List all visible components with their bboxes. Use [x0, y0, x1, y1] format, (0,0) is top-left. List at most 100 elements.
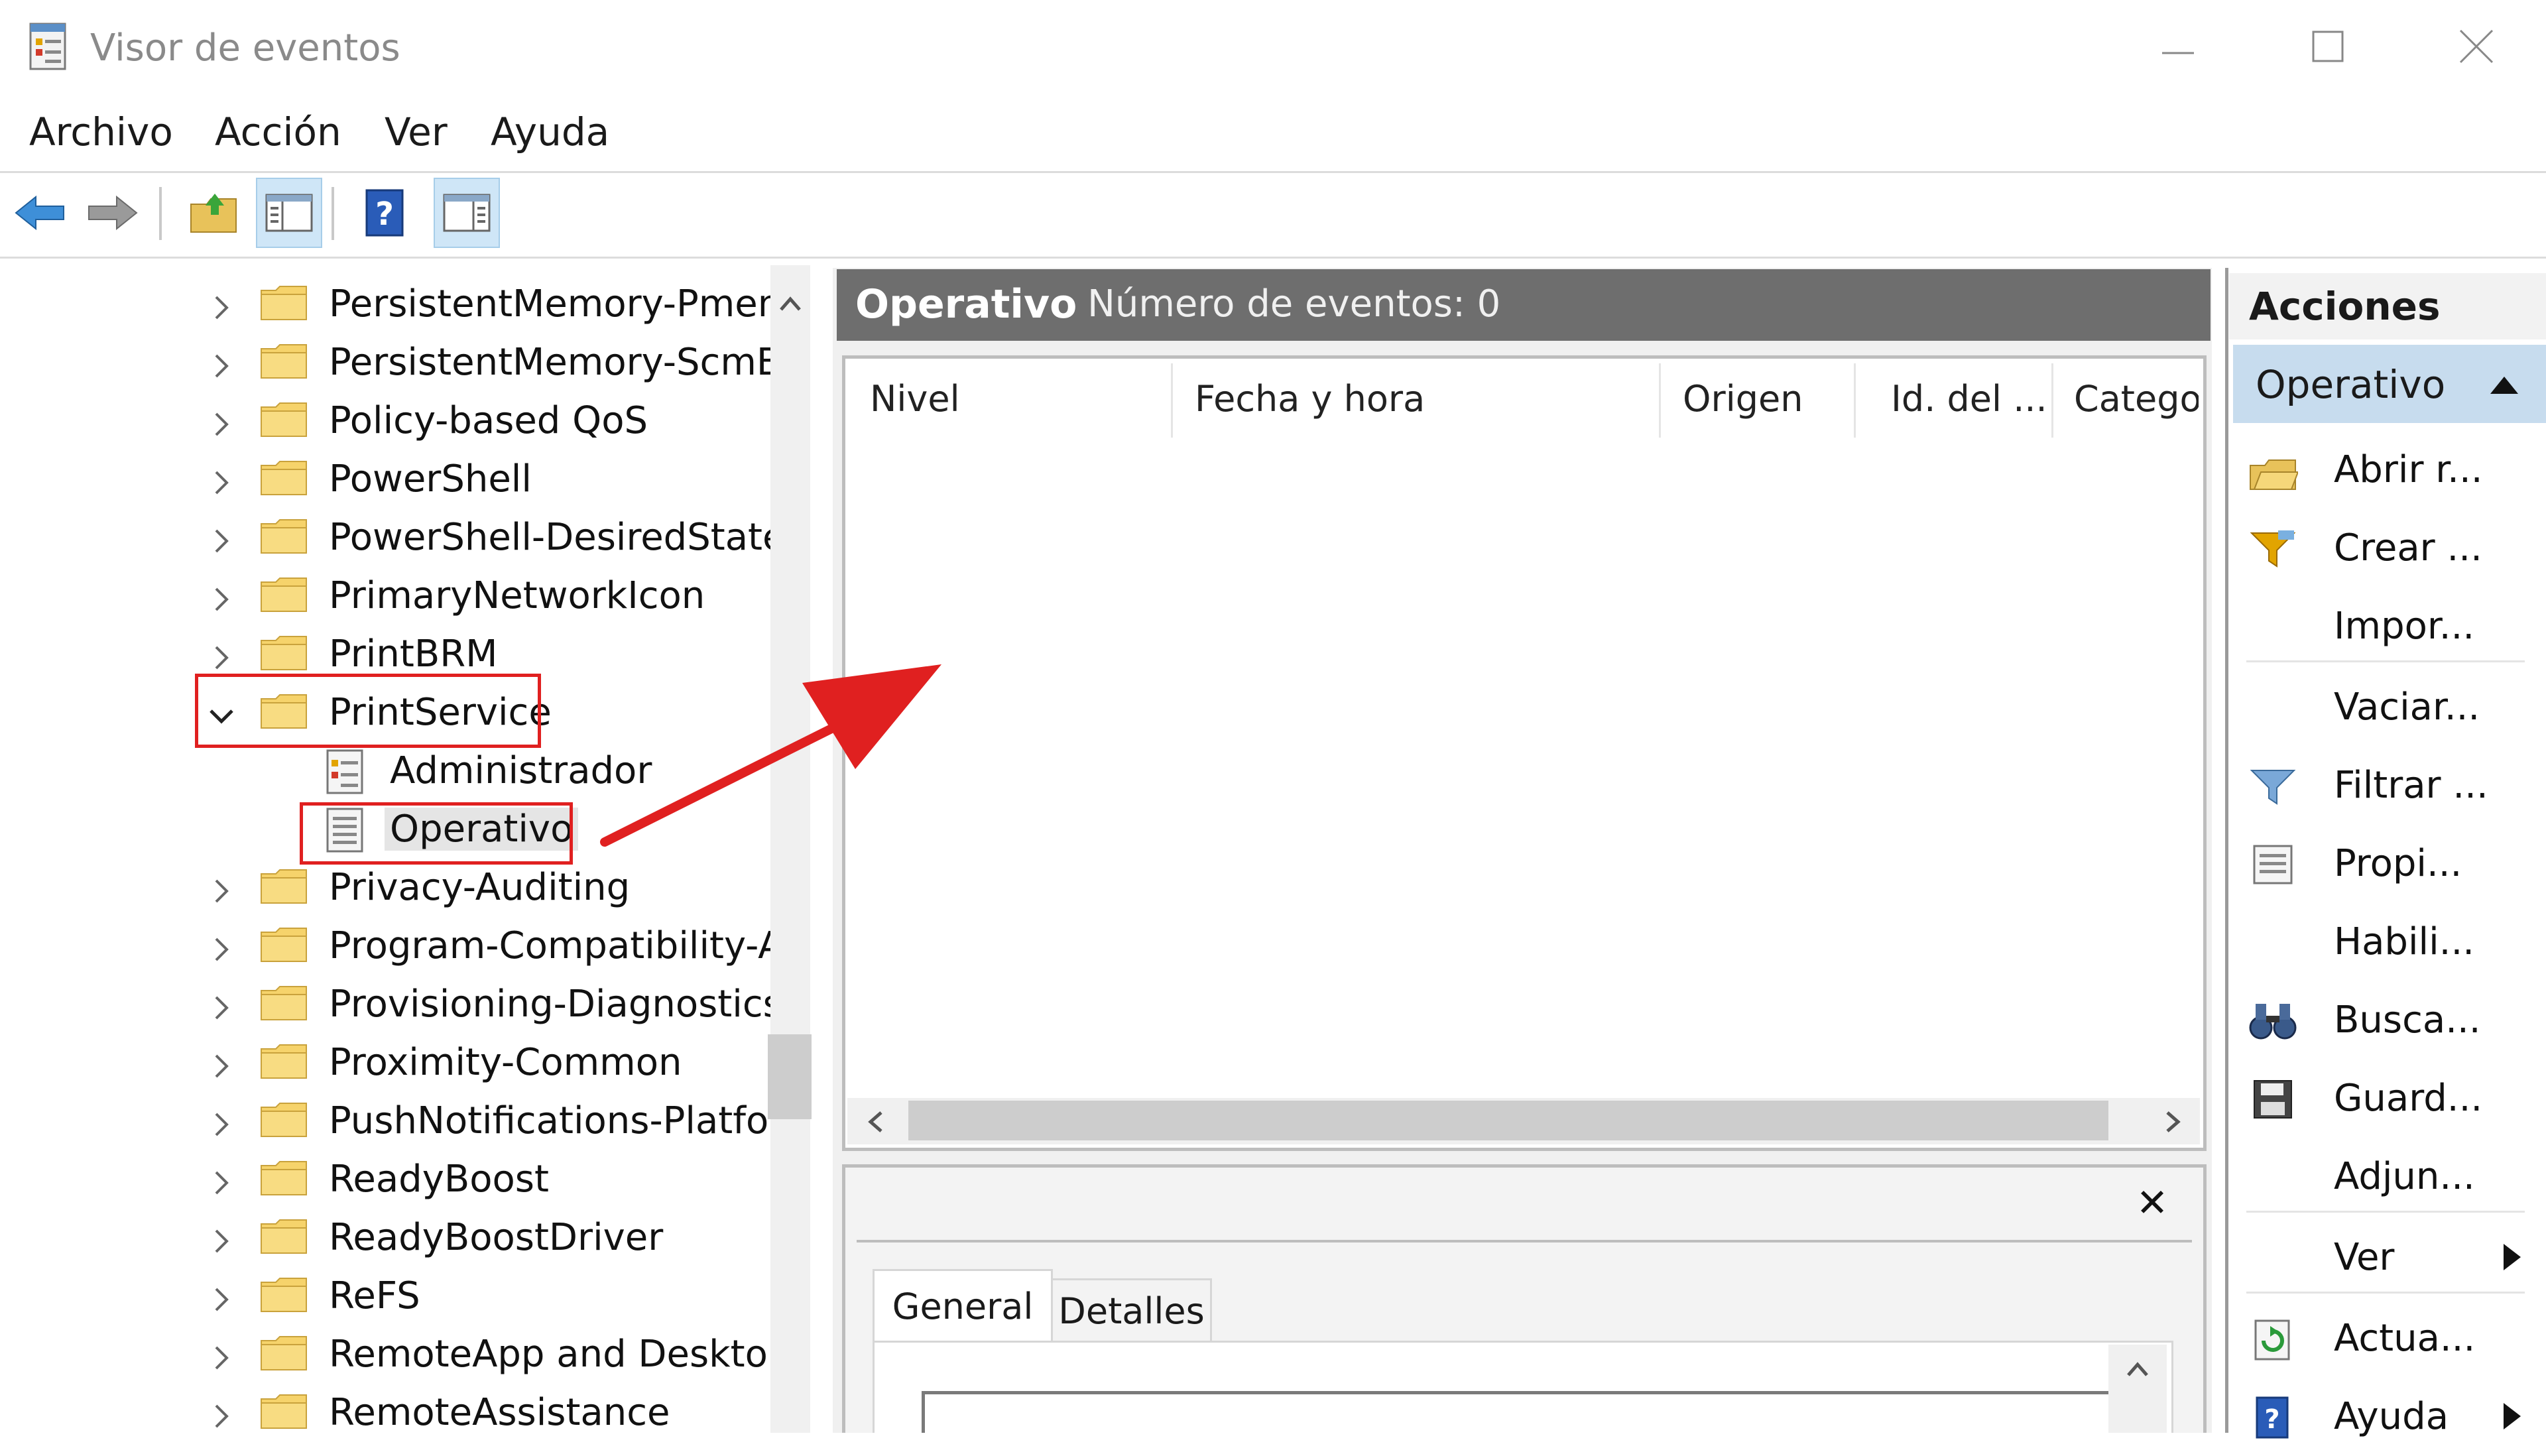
action-item[interactable]: Actua...: [2233, 1300, 2546, 1378]
expand-toggle[interactable]: [203, 1164, 240, 1201]
action-item[interactable]: Filtrar ...: [2233, 747, 2546, 825]
action-label: Guard...: [2334, 1077, 2483, 1120]
scroll-right-button[interactable]: [2153, 1103, 2193, 1140]
tree-item[interactable]: ReFS: [0, 1266, 774, 1325]
collapse-triangle-icon[interactable]: [2488, 371, 2521, 398]
maximize-icon: [2312, 30, 2344, 62]
expand-toggle[interactable]: [203, 989, 240, 1026]
tree-item[interactable]: RemoteAssistance: [0, 1383, 774, 1433]
tree-item[interactable]: PersistentMemory-Pmem: [0, 274, 774, 333]
tree-item[interactable]: PushNotifications-Platfor: [0, 1091, 774, 1150]
action-item[interactable]: Impor...: [2233, 587, 2546, 666]
action-label: Crear ...: [2334, 526, 2482, 570]
event-description-field[interactable]: [922, 1391, 2115, 1433]
column-separator[interactable]: [1854, 363, 1856, 438]
chevron-right-icon: [215, 1404, 229, 1428]
expand-toggle[interactable]: [203, 1106, 240, 1143]
expand-toggle[interactable]: [203, 1339, 240, 1376]
action-item[interactable]: Adjun...: [2233, 1138, 2546, 1216]
expand-toggle[interactable]: [203, 1048, 240, 1085]
tree-item[interactable]: Policy-based QoS: [0, 391, 774, 450]
scroll-left-button[interactable]: [855, 1103, 895, 1140]
menu-ver[interactable]: Ver: [385, 109, 448, 154]
column-origen[interactable]: Origen: [1683, 378, 1803, 420]
tree-item[interactable]: ReadyBoost: [0, 1150, 774, 1208]
menu-accion[interactable]: Acción: [215, 109, 341, 154]
tree-item[interactable]: Provisioning-Diagnostics: [0, 975, 774, 1033]
chevron-right-icon: [215, 354, 229, 378]
expand-toggle[interactable]: [203, 581, 240, 618]
show-hide-action-pane-button[interactable]: [434, 178, 500, 248]
action-item[interactable]: Vaciar...: [2233, 668, 2546, 747]
action-item[interactable]: Ver: [2233, 1219, 2546, 1297]
action-item[interactable]: Abrir r...: [2233, 431, 2546, 509]
tree-item[interactable]: Privacy-Auditing: [0, 858, 774, 916]
log-title: Operativo: [855, 281, 1077, 328]
help-button[interactable]: ?: [351, 178, 418, 248]
expand-toggle[interactable]: [203, 464, 240, 501]
action-item[interactable]: ? Ayuda: [2233, 1378, 2546, 1456]
chevron-right-icon: [215, 1171, 229, 1195]
menu-ayuda[interactable]: Ayuda: [491, 109, 609, 154]
expand-toggle[interactable]: [203, 931, 240, 968]
tree-item[interactable]: Proximity-Common: [0, 1033, 774, 1091]
folder-icon-wrap: [260, 1217, 308, 1254]
expand-toggle[interactable]: [203, 522, 240, 560]
tree-item[interactable]: PowerShell: [0, 450, 774, 508]
column-nivel[interactable]: Nivel: [870, 378, 960, 420]
list-scrollbar-thumb[interactable]: [908, 1101, 2108, 1140]
action-item[interactable]: Habili...: [2233, 903, 2546, 981]
detail-scrollbar[interactable]: [2108, 1345, 2167, 1433]
action-icon-wrap: [2248, 1318, 2298, 1361]
minimize-button[interactable]: [2148, 20, 2208, 73]
column-categoria[interactable]: Catego: [2074, 378, 2199, 420]
close-button[interactable]: [2447, 20, 2506, 73]
expand-toggle[interactable]: [203, 1398, 240, 1433]
action-icon-wrap: [2248, 528, 2298, 570]
action-icon-wrap: [2248, 765, 2298, 808]
expand-toggle[interactable]: [203, 406, 240, 443]
column-separator[interactable]: [2051, 363, 2053, 438]
column-separator[interactable]: [1659, 363, 1661, 438]
folder-icon: [261, 1044, 307, 1079]
tree-item-label: Policy-based QoS: [329, 399, 648, 442]
up-folder-button[interactable]: [180, 178, 247, 248]
chevron-right-icon: [215, 412, 229, 436]
event-list[interactable]: [842, 355, 2207, 1151]
tree-item[interactable]: Program-Compatibility-A: [0, 916, 774, 975]
column-separator[interactable]: [1171, 363, 1173, 438]
tree-item[interactable]: PersistentMemory-ScmBı: [0, 333, 774, 391]
column-id-evento[interactable]: Id. del ...: [1891, 378, 2047, 420]
folder-icon-wrap: [260, 1101, 308, 1138]
action-item[interactable]: Crear ...: [2233, 509, 2546, 587]
back-button[interactable]: [7, 178, 73, 248]
svg-text:?: ?: [2264, 1404, 2279, 1435]
action-item[interactable]: Propi...: [2233, 825, 2546, 903]
expand-toggle[interactable]: [203, 873, 240, 910]
expand-toggle[interactable]: [203, 1223, 240, 1260]
action-label: Busca...: [2334, 999, 2481, 1042]
action-item[interactable]: Guard...: [2233, 1060, 2546, 1138]
column-fecha-hora[interactable]: Fecha y hora: [1195, 378, 1425, 420]
tab-detalles[interactable]: Detalles: [1053, 1278, 1212, 1342]
tree-item[interactable]: PowerShell-DesiredStateC: [0, 508, 774, 566]
close-detail-button[interactable]: ✕: [2132, 1180, 2172, 1225]
tree-item[interactable]: ReadyBoostDriver: [0, 1208, 774, 1266]
show-hide-tree-button[interactable]: [256, 178, 322, 248]
expand-toggle[interactable]: [203, 347, 240, 385]
action-item[interactable]: Busca...: [2233, 981, 2546, 1060]
tree-scrollbar-thumb[interactable]: [768, 1034, 812, 1119]
expand-toggle[interactable]: [203, 1281, 240, 1318]
tab-general[interactable]: General: [873, 1269, 1053, 1342]
tree-item[interactable]: PrimaryNetworkIcon: [0, 566, 774, 625]
folder-icon-wrap: [260, 1334, 308, 1371]
scroll-up-button[interactable]: [772, 285, 809, 322]
forward-button[interactable]: [80, 178, 146, 248]
menu-archivo[interactable]: Archivo: [29, 109, 173, 154]
expand-toggle[interactable]: [203, 639, 240, 676]
maximize-button[interactable]: [2298, 20, 2358, 73]
expand-toggle[interactable]: [203, 289, 240, 326]
action-separator: [2246, 1211, 2525, 1213]
tree-item[interactable]: RemoteApp and Desktop: [0, 1325, 774, 1383]
folder-icon: [261, 1394, 307, 1429]
